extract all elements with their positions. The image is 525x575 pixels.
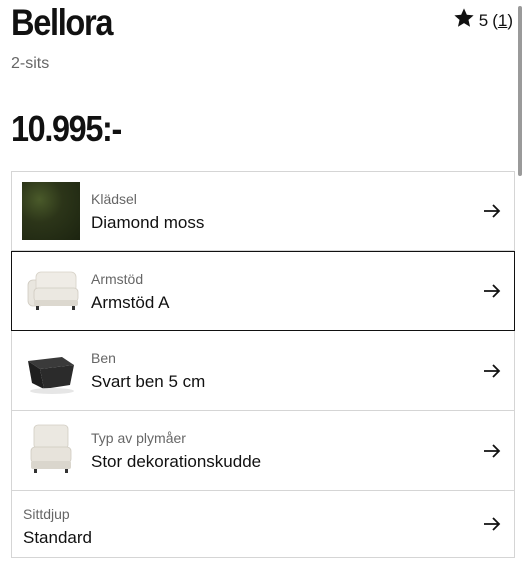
option-armstod[interactable]: Armstöd Armstöd A bbox=[11, 251, 515, 331]
arrow-right-icon bbox=[484, 443, 501, 458]
option-sittdjup[interactable]: Sittdjup Standard bbox=[11, 491, 515, 558]
option-plymaer[interactable]: Typ av plymåer Stor dekorationskudde bbox=[11, 411, 515, 491]
option-ben[interactable]: Ben Svart ben 5 cm bbox=[11, 331, 515, 411]
option-label: Typ av plymåer bbox=[91, 430, 186, 446]
option-label: Ben bbox=[91, 350, 116, 366]
rating-score: 5 bbox=[478, 10, 489, 30]
arrow-right-icon bbox=[484, 204, 501, 218]
option-value: Stor dekorationskudde bbox=[91, 452, 262, 471]
product-variant: 2-sits bbox=[11, 55, 50, 72]
option-value: Svart ben 5 cm bbox=[91, 372, 206, 391]
black-leg-image bbox=[22, 341, 80, 399]
rating[interactable]: 5 (1) bbox=[453, 7, 513, 34]
options-list: Klädsel Diamond moss Armstöd Armstöd A B… bbox=[11, 171, 515, 558]
option-value: Diamond moss bbox=[91, 213, 205, 232]
cushion-chair-image bbox=[22, 421, 80, 479]
product-title: Bellora bbox=[11, 2, 113, 43]
fabric-swatch-image bbox=[22, 182, 80, 240]
product-configurator: Bellora 2-sits 5 (1) 10.995:- Klädsel Di… bbox=[0, 0, 525, 575]
rating-count-link[interactable]: (1) bbox=[492, 11, 513, 31]
arrow-right-icon bbox=[484, 284, 501, 298]
option-label: Sittdjup bbox=[23, 506, 70, 522]
arrow-right-icon bbox=[484, 517, 501, 531]
option-kladsel[interactable]: Klädsel Diamond moss bbox=[11, 171, 515, 251]
arrow-right-icon bbox=[484, 363, 501, 378]
option-value: Armstöd A bbox=[91, 293, 170, 312]
scrollbar[interactable] bbox=[518, 6, 522, 176]
armrest-sofa-image bbox=[22, 262, 80, 320]
product-price: 10.995:- bbox=[11, 108, 122, 149]
option-label: Armstöd bbox=[91, 271, 144, 287]
option-label: Klädsel bbox=[91, 191, 137, 207]
star-icon bbox=[453, 7, 475, 34]
option-value: Standard bbox=[23, 528, 92, 547]
